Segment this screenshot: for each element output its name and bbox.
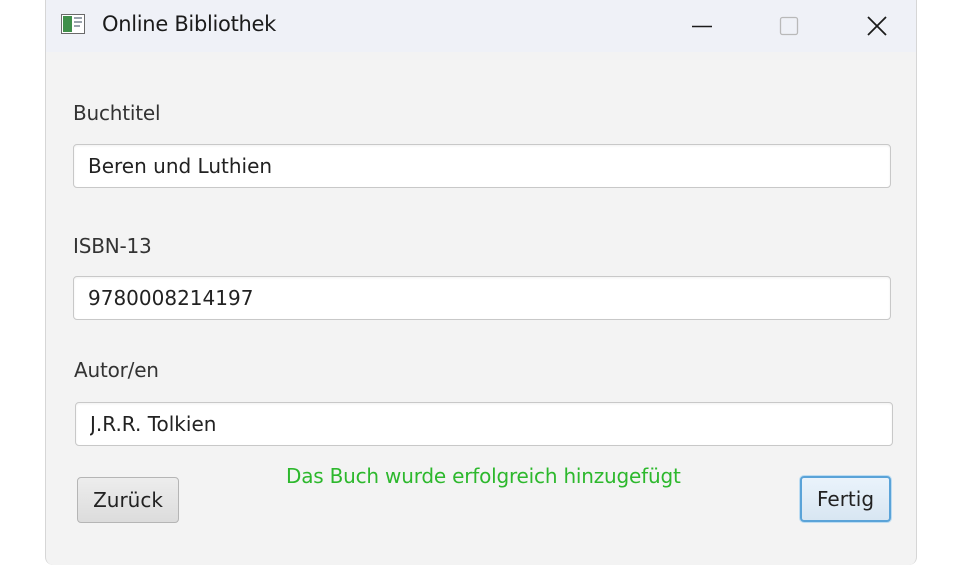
back-button[interactable]: Zurück [77,477,179,523]
book-title-input[interactable] [73,144,891,188]
minimize-button[interactable] [674,0,730,52]
window-title: Online Bibliothek [102,12,277,36]
done-button[interactable]: Fertig [800,476,891,522]
success-message: Das Buch wurde erfolgreich hinzugefügt [286,464,681,488]
app-window: Online Bibliothek Buchtitel ISBN-13 Auto… [45,0,917,565]
minimize-icon [692,25,712,28]
author-input[interactable] [75,402,893,446]
isbn-input[interactable] [73,276,891,320]
maximize-icon [779,16,799,36]
book-title-label: Buchtitel [73,101,161,125]
author-label: Autor/en [74,358,159,382]
title-bar[interactable]: Online Bibliothek [46,0,916,52]
maximize-button[interactable] [761,0,817,52]
isbn-label: ISBN-13 [73,234,152,258]
close-icon [867,16,887,36]
close-button[interactable] [849,0,905,52]
book-app-icon [61,14,85,34]
